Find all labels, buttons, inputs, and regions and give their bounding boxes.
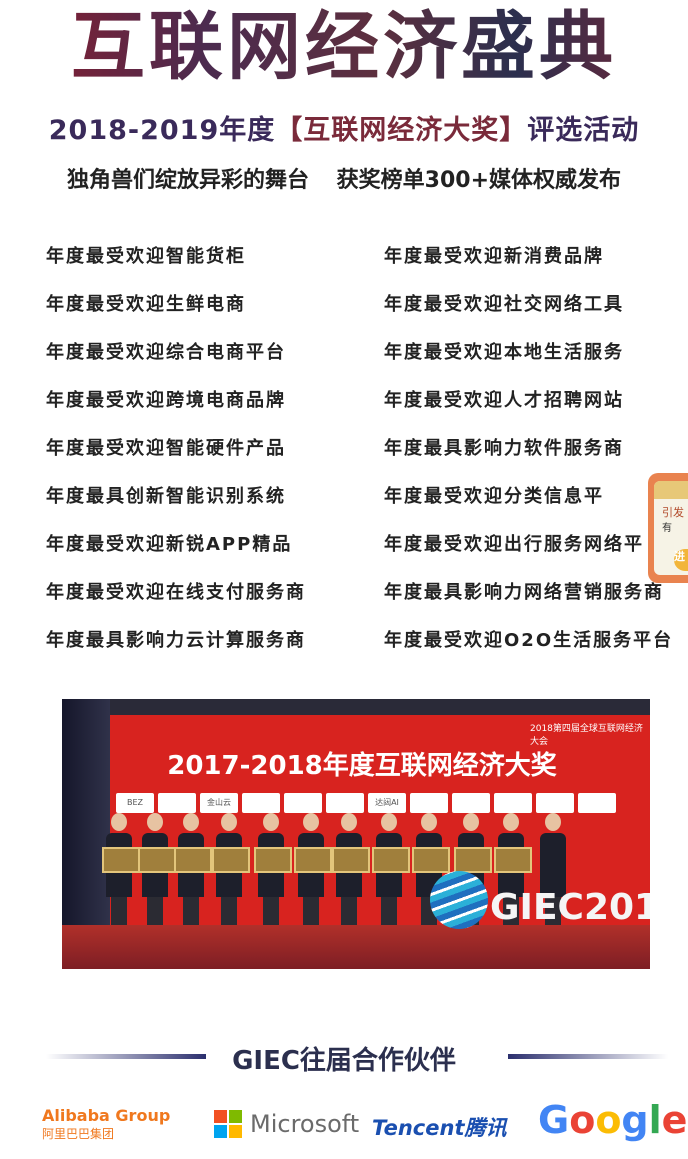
award-item: 年度最受欢迎跨境电商品牌 xyxy=(46,390,286,411)
google-letter: o xyxy=(595,1098,622,1142)
floating-promo-widget[interactable]: 引发 有 进 xyxy=(648,473,688,583)
google-letter: e xyxy=(661,1098,688,1142)
promo-enter-button[interactable]: 进 xyxy=(674,549,688,571)
subtitle-activity: 评选活动 xyxy=(527,115,640,146)
award-item: 年度最受欢迎分类信息平 xyxy=(384,486,604,507)
awards-list-left: 年度最受欢迎智能货柜 年度最受欢迎生鲜电商 年度最受欢迎综合电商平台 年度最受欢… xyxy=(46,242,306,674)
backdrop-event-name: 2018第四届全球互联网经济大会 xyxy=(530,724,643,747)
stage-floor xyxy=(62,925,650,969)
award-item: 年度最受欢迎智能货柜 xyxy=(46,246,246,267)
award-item: 年度最受欢迎社交网络工具 xyxy=(384,294,624,315)
promo-text: 引发 xyxy=(662,506,684,519)
award-item: 年度最具创新智能识别系统 xyxy=(46,486,286,507)
google-letter: o xyxy=(569,1098,596,1142)
award-item: 年度最具影响力网络营销服务商 xyxy=(384,582,664,603)
award-item: 年度最具影响力软件服务商 xyxy=(384,438,624,459)
google-logo: Google xyxy=(538,1098,687,1142)
google-letter: g xyxy=(621,1098,649,1142)
heading-divider-right xyxy=(508,1054,668,1059)
award-item: 年度最受欢迎本地生活服务 xyxy=(384,342,624,363)
tagline: 独角兽们绽放异彩的舞台 获奖榜单300+媒体权威发布 xyxy=(0,162,688,194)
sponsor-logo xyxy=(578,793,616,813)
alibaba-logo-text: Alibaba Group xyxy=(42,1106,171,1125)
award-item: 年度最具影响力云计算服务商 xyxy=(46,630,306,651)
winner-figure xyxy=(332,813,370,931)
alibaba-logo-subtext: 阿里巴巴集团 xyxy=(42,1127,115,1141)
winner-figure xyxy=(372,813,410,931)
tencent-logo: Tencent腾讯 xyxy=(372,1116,507,1140)
globe-logo-icon xyxy=(430,871,488,929)
microsoft-logo-text: Microsoft xyxy=(250,1110,360,1138)
ms-square xyxy=(214,1110,227,1123)
winner-figure xyxy=(174,813,212,931)
award-item: 年度最受欢迎O2O生活服务平台 xyxy=(384,630,674,651)
subtitle-year: 2018-2019年度 xyxy=(48,115,276,146)
award-item: 年度最受欢迎在线支付服务商 xyxy=(46,582,306,603)
promo-stripe xyxy=(654,481,688,499)
google-letter: l xyxy=(648,1098,662,1142)
promo-card: 引发 有 进 xyxy=(654,481,688,575)
hero-title: 互联网经济盛典 xyxy=(0,2,688,92)
award-item: 年度最受欢迎出行服务网络平 xyxy=(384,534,644,555)
backdrop-title: 2017-2018年度互联网经济大奖 xyxy=(167,751,557,781)
award-item: 年度最受欢迎生鲜电商 xyxy=(46,294,246,315)
awards-list-right: 年度最受欢迎新消费品牌 年度最受欢迎社交网络工具 年度最受欢迎本地生活服务 年度… xyxy=(384,242,673,674)
winner-figure xyxy=(102,813,140,931)
stage-brand-text: GIEC2018 xyxy=(490,887,650,928)
award-item: 年度最受欢迎新消费品牌 xyxy=(384,246,604,267)
promo-subtext: 有 xyxy=(662,523,672,534)
ms-square xyxy=(229,1125,242,1138)
ms-square xyxy=(214,1125,227,1138)
stage-truss xyxy=(62,699,650,715)
microsoft-windows-icon xyxy=(214,1110,242,1138)
subtitle-award-name: 【互联网经济大奖】 xyxy=(275,115,528,146)
award-item: 年度最受欢迎新锐APP精品 xyxy=(46,534,293,555)
award-ceremony-photo: 2018第四届全球互联网经济大会 2017-2018年度互联网经济大奖 BEZ … xyxy=(62,699,650,969)
winner-figure xyxy=(294,813,332,931)
award-item: 年度最受欢迎智能硬件产品 xyxy=(46,438,286,459)
google-letter: G xyxy=(538,1098,570,1142)
winner-figure xyxy=(254,813,292,931)
award-item: 年度最受欢迎人才招聘网站 xyxy=(384,390,624,411)
tagline-left: 独角兽们绽放异彩的舞台 xyxy=(66,168,309,193)
ms-square xyxy=(229,1110,242,1123)
tagline-right: 获奖榜单300+媒体权威发布 xyxy=(336,168,622,193)
winner-figure xyxy=(212,813,250,931)
winner-figure xyxy=(138,813,176,931)
event-subtitle: 2018-2019年度【互联网经济大奖】评选活动 xyxy=(0,108,688,147)
alibaba-logo: Alibaba Group 阿里巴巴集团 xyxy=(42,1106,170,1150)
award-item: 年度最受欢迎综合电商平台 xyxy=(46,342,286,363)
